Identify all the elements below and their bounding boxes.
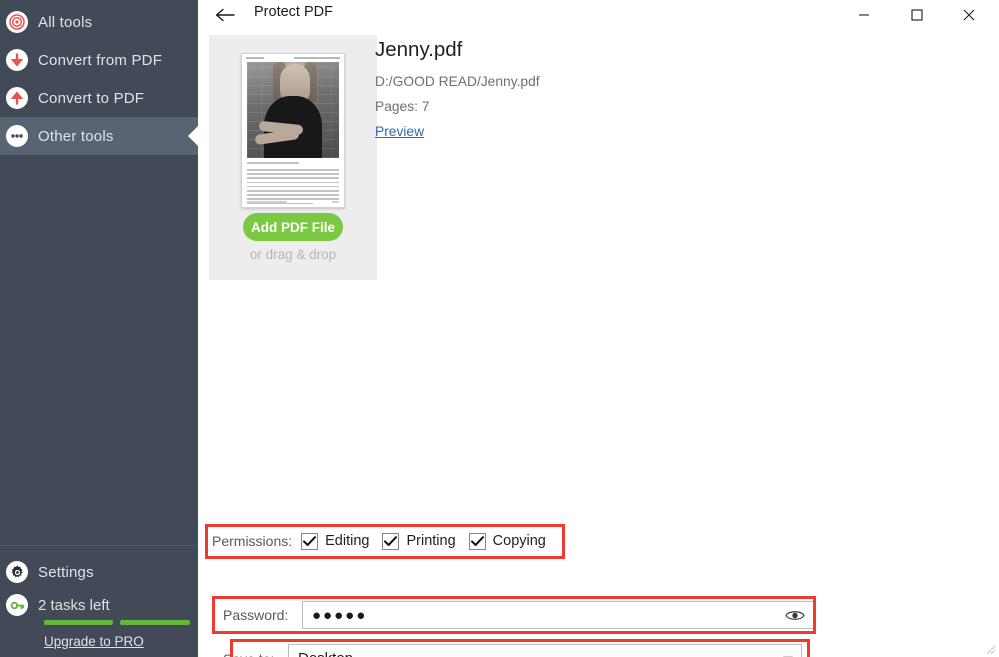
thumb-footer-line: [247, 201, 339, 203]
window-title: Protect PDF: [254, 4, 333, 20]
sidebar-item-convert-from-pdf[interactable]: Convert from PDF: [0, 41, 198, 79]
pdf-thumbnail[interactable]: [241, 53, 345, 208]
checkbox-printing[interactable]: [382, 532, 400, 550]
arrow-left-icon: [215, 8, 235, 22]
sidebar-item-convert-to-pdf[interactable]: Convert to PDF: [0, 79, 198, 117]
checkbox-editing[interactable]: [301, 532, 319, 550]
sidebar-item-label: Other tools: [38, 127, 114, 145]
resize-grip-icon[interactable]: [984, 643, 996, 655]
check-icon: [470, 535, 484, 546]
preview-link[interactable]: Preview: [375, 124, 424, 139]
permission-editing[interactable]: Editing: [301, 532, 370, 550]
file-pages: Pages: 7: [375, 99, 430, 114]
app-window: All tools Convert from PDF Convert to PD…: [0, 0, 999, 657]
sidebar-footer: Settings 2 tasks left Upgrade to PRO: [0, 545, 198, 657]
drag-drop-hint: or drag & drop: [249, 247, 337, 262]
sidebar-item-settings[interactable]: Settings: [0, 552, 198, 592]
save-to-value: Desktop: [289, 650, 353, 657]
password-input[interactable]: ●●●●●: [302, 601, 814, 629]
close-button[interactable]: [946, 0, 991, 30]
permission-label: Printing: [406, 533, 456, 549]
permissions-row: Permissions: Editing Printing Copying: [212, 528, 559, 554]
thumb-photo: [247, 62, 339, 158]
arrow-up-circle-icon: [6, 87, 28, 109]
minimize-icon: [858, 14, 869, 16]
eye-icon[interactable]: [784, 606, 806, 624]
add-pdf-file-button[interactable]: Add PDF File: [243, 213, 343, 241]
file-drop-panel[interactable]: Add PDF File or drag & drop: [209, 35, 377, 280]
file-path: D:/GOOD READ/Jenny.pdf: [375, 74, 540, 89]
back-button[interactable]: [212, 3, 238, 27]
tasks-progress: [44, 620, 198, 625]
sidebar-item-label: All tools: [38, 13, 93, 31]
password-row: Password: ●●●●●: [218, 601, 814, 629]
permission-label: Copying: [492, 533, 546, 549]
thumb-header-line: [242, 54, 344, 59]
key-icon: [6, 594, 28, 616]
sidebar-item-label: Convert from PDF: [38, 51, 163, 69]
save-to-label: Save to:: [218, 651, 288, 657]
tasks-left-label: 2 tasks left: [38, 596, 110, 614]
check-icon: [384, 535, 398, 546]
gear-icon: [6, 561, 28, 583]
password-label: Password:: [223, 607, 289, 623]
permission-label: Editing: [325, 533, 370, 549]
ellipsis-circle-icon: [6, 125, 28, 147]
main-content: Add PDF File or drag & drop Jenny.pdf D:…: [198, 30, 999, 657]
sidebar-nav: All tools Convert from PDF Convert to PD…: [0, 0, 199, 155]
file-name: Jenny.pdf: [375, 38, 463, 61]
password-value: ●●●●●: [312, 606, 368, 624]
progress-segment: [44, 620, 113, 625]
permission-copying[interactable]: Copying: [468, 532, 546, 550]
check-icon: [303, 535, 317, 546]
save-to-row: Save to: Desktop: [218, 644, 802, 657]
arrow-down-circle-icon: [6, 49, 28, 71]
sidebar-item-label: Convert to PDF: [38, 89, 145, 107]
maximize-button[interactable]: [894, 0, 939, 30]
title-bar: Protect PDF: [198, 0, 999, 30]
spiral-target-icon: [6, 11, 28, 33]
sidebar-divider: [0, 545, 198, 546]
tasks-block: 2 tasks left Upgrade to PRO: [0, 592, 198, 651]
upgrade-to-pro-link[interactable]: Upgrade to PRO: [44, 634, 144, 649]
thumb-caption-line: [247, 162, 299, 164]
sidebar: All tools Convert from PDF Convert to PD…: [0, 0, 199, 657]
sidebar-item-all-tools[interactable]: All tools: [0, 3, 198, 41]
thumb-body-text: [247, 169, 339, 205]
sidebar-item-other-tools[interactable]: Other tools: [0, 117, 199, 155]
maximize-icon: [910, 9, 923, 21]
tasks-row: 2 tasks left: [6, 592, 198, 618]
minimize-button[interactable]: [841, 0, 886, 30]
permission-printing[interactable]: Printing: [382, 532, 456, 550]
permissions-label: Permissions:: [212, 533, 293, 549]
settings-label: Settings: [38, 563, 94, 581]
close-icon: [963, 9, 974, 21]
file-info: Jenny.pdf D:/GOOD READ/Jenny.pdf Pages: …: [375, 38, 540, 141]
save-to-dropdown[interactable]: Desktop: [288, 644, 802, 657]
progress-segment: [120, 620, 190, 625]
checkbox-copying[interactable]: [468, 532, 486, 550]
